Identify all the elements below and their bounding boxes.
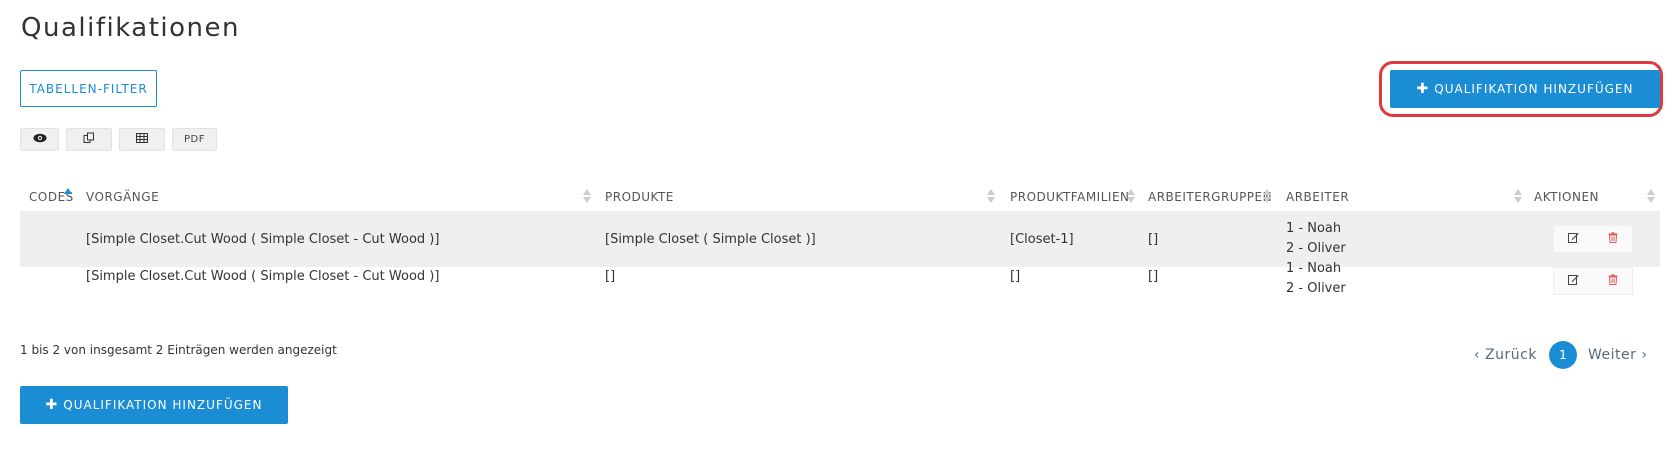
sort-arbeitergruppen-icon[interactable] [1263,189,1271,205]
sort-arbeiter-icon[interactable] [1514,189,1522,205]
row-actions [1553,267,1633,295]
table-icon [136,133,148,146]
column-header-aktionen-label: AKTIONEN [1534,190,1599,204]
worker-entry: 1 - Noah [1286,261,1342,276]
worker-entry: 2 - Oliver [1286,241,1346,256]
worker-entry: 1 - Noah [1286,221,1342,236]
cell-produktfamilien: [Closet-1] [1010,231,1074,247]
column-header-produkte[interactable]: PRODUKTE [605,184,674,210]
plus-icon: ✚ [1416,81,1430,97]
cell-vorgaenge: [Simple Closet.Cut Wood ( Simple Closet … [86,269,440,284]
cell-vorgaenge: [Simple Closet.Cut Wood ( Simple Closet … [86,231,440,247]
sort-aktionen-icon[interactable] [1647,189,1655,205]
sort-codes-icon[interactable] [64,188,72,204]
table-info-text: 1 bis 2 von insgesamt 2 Einträgen werden… [20,343,337,357]
column-header-vorgaenge[interactable]: VORGÄNGE [86,184,159,210]
sort-produktfamilien-icon[interactable] [1127,189,1135,205]
column-header-produkte-label: PRODUKTE [605,190,674,204]
column-header-vorgaenge-label: VORGÄNGE [86,190,160,204]
table-filter-button[interactable]: TABELLEN-FILTER [20,70,157,107]
excel-export-button[interactable] [119,128,165,151]
column-header-aktionen: AKTIONEN [1534,184,1599,210]
edit-icon [1568,232,1579,247]
edit-icon [1568,274,1579,289]
delete-button[interactable] [1593,226,1632,252]
delete-button[interactable] [1593,268,1632,294]
qualifications-table: CODES VORGÄNGE PRODUKTE PRODUKTFAMILIEN … [20,184,1660,309]
add-qualification-label: QUALIFIKATION HINZUFÜGEN [1434,82,1634,96]
cell-arbeiter: 1 - Noah 2 - Oliver [1286,259,1346,309]
page-title: Qualifikationen [21,13,241,43]
sort-vorgaenge-icon[interactable] [583,189,591,205]
cell-arbeitergruppen: [] [1148,269,1159,284]
trash-icon [1608,231,1618,247]
trash-icon [1608,273,1618,289]
table-header: CODES VORGÄNGE PRODUKTE PRODUKTFAMILIEN … [20,184,1660,210]
table-row[interactable]: [Simple Closet.Cut Wood ( Simple Closet … [20,261,1660,309]
sort-produkte-icon[interactable] [987,189,995,205]
add-qualification-button[interactable]: ✚ QUALIFIKATION HINZUFÜGEN [1390,70,1660,108]
worker-entry: 2 - Oliver [1286,281,1346,296]
add-qualification-label: QUALIFIKATION HINZUFÜGEN [63,398,263,412]
column-header-arbeiter[interactable]: ARBEITER [1286,184,1349,210]
column-header-produktfamilien[interactable]: PRODUKTFAMILIEN [1010,184,1130,210]
edit-button[interactable] [1554,268,1593,294]
column-visibility-button[interactable] [20,128,59,151]
add-qualification-button-bottom[interactable]: ✚ QUALIFIKATION HINZUFÜGEN [20,386,288,424]
export-button-group: PDF [20,128,217,151]
table-row[interactable]: [Simple Closet.Cut Wood ( Simple Closet … [20,211,1660,267]
pdf-export-button[interactable]: PDF [172,128,217,151]
cell-produktfamilien: [] [1010,269,1021,284]
eye-icon [33,133,47,146]
column-header-produktfamilien-label: PRODUKTFAMILIEN [1010,190,1130,204]
column-header-arbeiter-label: ARBEITER [1286,190,1350,204]
copy-icon [83,132,95,147]
cell-produkte: [Simple Closet ( Simple Closet )] [605,231,816,247]
pagination-current-page[interactable]: 1 [1549,341,1577,369]
cell-produkte: [] [605,269,616,284]
plus-icon: ✚ [45,397,59,413]
cell-arbeitergruppen: [] [1148,231,1159,247]
copy-button[interactable] [66,128,112,151]
column-header-arbeitergruppen-label: ARBEITERGRUPPEN [1148,190,1273,204]
column-header-arbeitergruppen[interactable]: ARBEITERGRUPPEN [1148,184,1272,210]
row-actions [1553,225,1633,253]
edit-button[interactable] [1554,226,1593,252]
pagination-previous[interactable]: ‹ Zurück [1474,341,1537,369]
pagination-next[interactable]: Weiter › [1588,341,1647,369]
